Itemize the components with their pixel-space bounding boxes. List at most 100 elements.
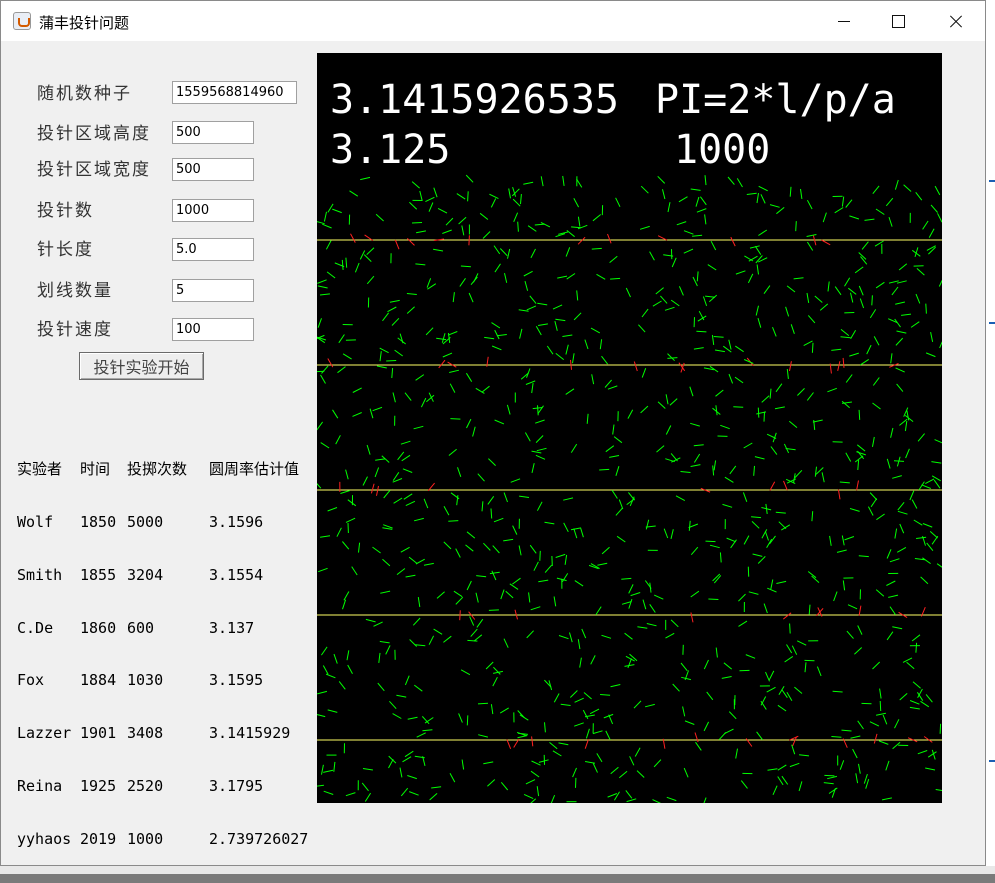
needle [691,591,699,597]
needle [758,556,765,563]
needle [535,420,544,423]
needle [658,402,665,409]
needle [406,575,416,577]
needle [706,541,716,542]
needle [799,755,809,756]
maximize-button[interactable] [871,1,927,41]
area-width-input[interactable] [172,158,254,181]
needle [831,737,841,738]
needle [390,300,400,302]
crossing-needle [351,234,356,243]
needle [741,781,747,789]
needle [414,685,422,691]
minimize-button[interactable] [816,1,872,41]
needle-count-input[interactable] [172,199,254,222]
cell-pi-estimate: 3.1415929 [209,725,290,743]
needle [681,472,691,473]
needle [467,640,477,641]
cell-pi-estimate: 3.1795 [209,778,263,796]
needle [859,556,869,557]
close-button[interactable] [928,1,984,41]
header-throws: 投掷次数 [127,461,209,479]
needle [324,791,334,794]
label-needle-length: 针长度 [37,235,94,260]
needle [492,571,496,580]
needle [700,197,706,205]
needle [575,698,584,702]
needle [747,193,757,194]
needle [491,199,495,208]
needle [787,369,788,379]
needle [938,213,943,222]
needle [637,627,647,629]
crossing-needle [857,481,859,491]
window-title: 蒲丰投针问题 [39,12,129,33]
needle-count-value: 1000 [674,127,770,173]
start-experiment-button[interactable]: 投针实验开始 [79,352,204,380]
needle [729,340,731,350]
needle [650,604,656,612]
needle [925,768,935,770]
needle [619,771,627,777]
needle-length-input[interactable] [172,238,254,261]
needle [394,498,403,503]
needle [518,222,519,232]
throw-speed-input[interactable] [172,318,254,341]
needle [578,217,580,227]
needle [520,329,522,339]
area-height-input[interactable] [172,121,254,144]
needle [922,558,930,564]
needle [831,349,841,350]
needle [865,219,875,220]
needle [895,302,905,304]
needle [466,373,471,382]
needle [602,547,609,554]
needle [895,180,898,190]
needle [545,565,552,573]
needle [527,631,534,638]
needle [461,670,470,675]
needle [926,694,932,702]
cell-year: 1884 [80,672,127,690]
line-count-input[interactable] [172,279,254,302]
needle [822,472,824,482]
needle [563,498,573,500]
needle [664,529,668,538]
needle [904,185,912,192]
needle [376,214,384,221]
needle [490,572,500,573]
needle [749,256,758,261]
needle [562,335,572,337]
needle [400,768,402,778]
needle [691,465,701,467]
needle [375,459,385,460]
needle [495,264,501,272]
needle [321,443,329,448]
needle [514,213,518,222]
needle [597,274,606,279]
needle [757,732,763,740]
needle [434,629,443,634]
needle [541,176,543,186]
needle [634,701,641,708]
needle [797,641,806,645]
needle [519,496,529,497]
needle [417,733,426,737]
needle [426,328,433,335]
needle [752,521,759,528]
label-random-seed: 随机数种子 [37,79,132,104]
title-bar[interactable]: 蒲丰投针问题 [1,1,985,41]
needle [322,765,324,775]
needle [570,633,573,643]
needle [696,331,706,332]
needle [778,765,787,770]
needle [373,407,382,410]
needle [531,607,541,610]
cell-year: 1855 [80,567,127,585]
background-edge [0,866,995,874]
random-seed-input[interactable] [172,81,297,104]
needle [847,631,854,639]
needle [690,423,700,426]
needle [592,248,602,249]
label-area-width: 投针区域宽度 [37,155,151,180]
